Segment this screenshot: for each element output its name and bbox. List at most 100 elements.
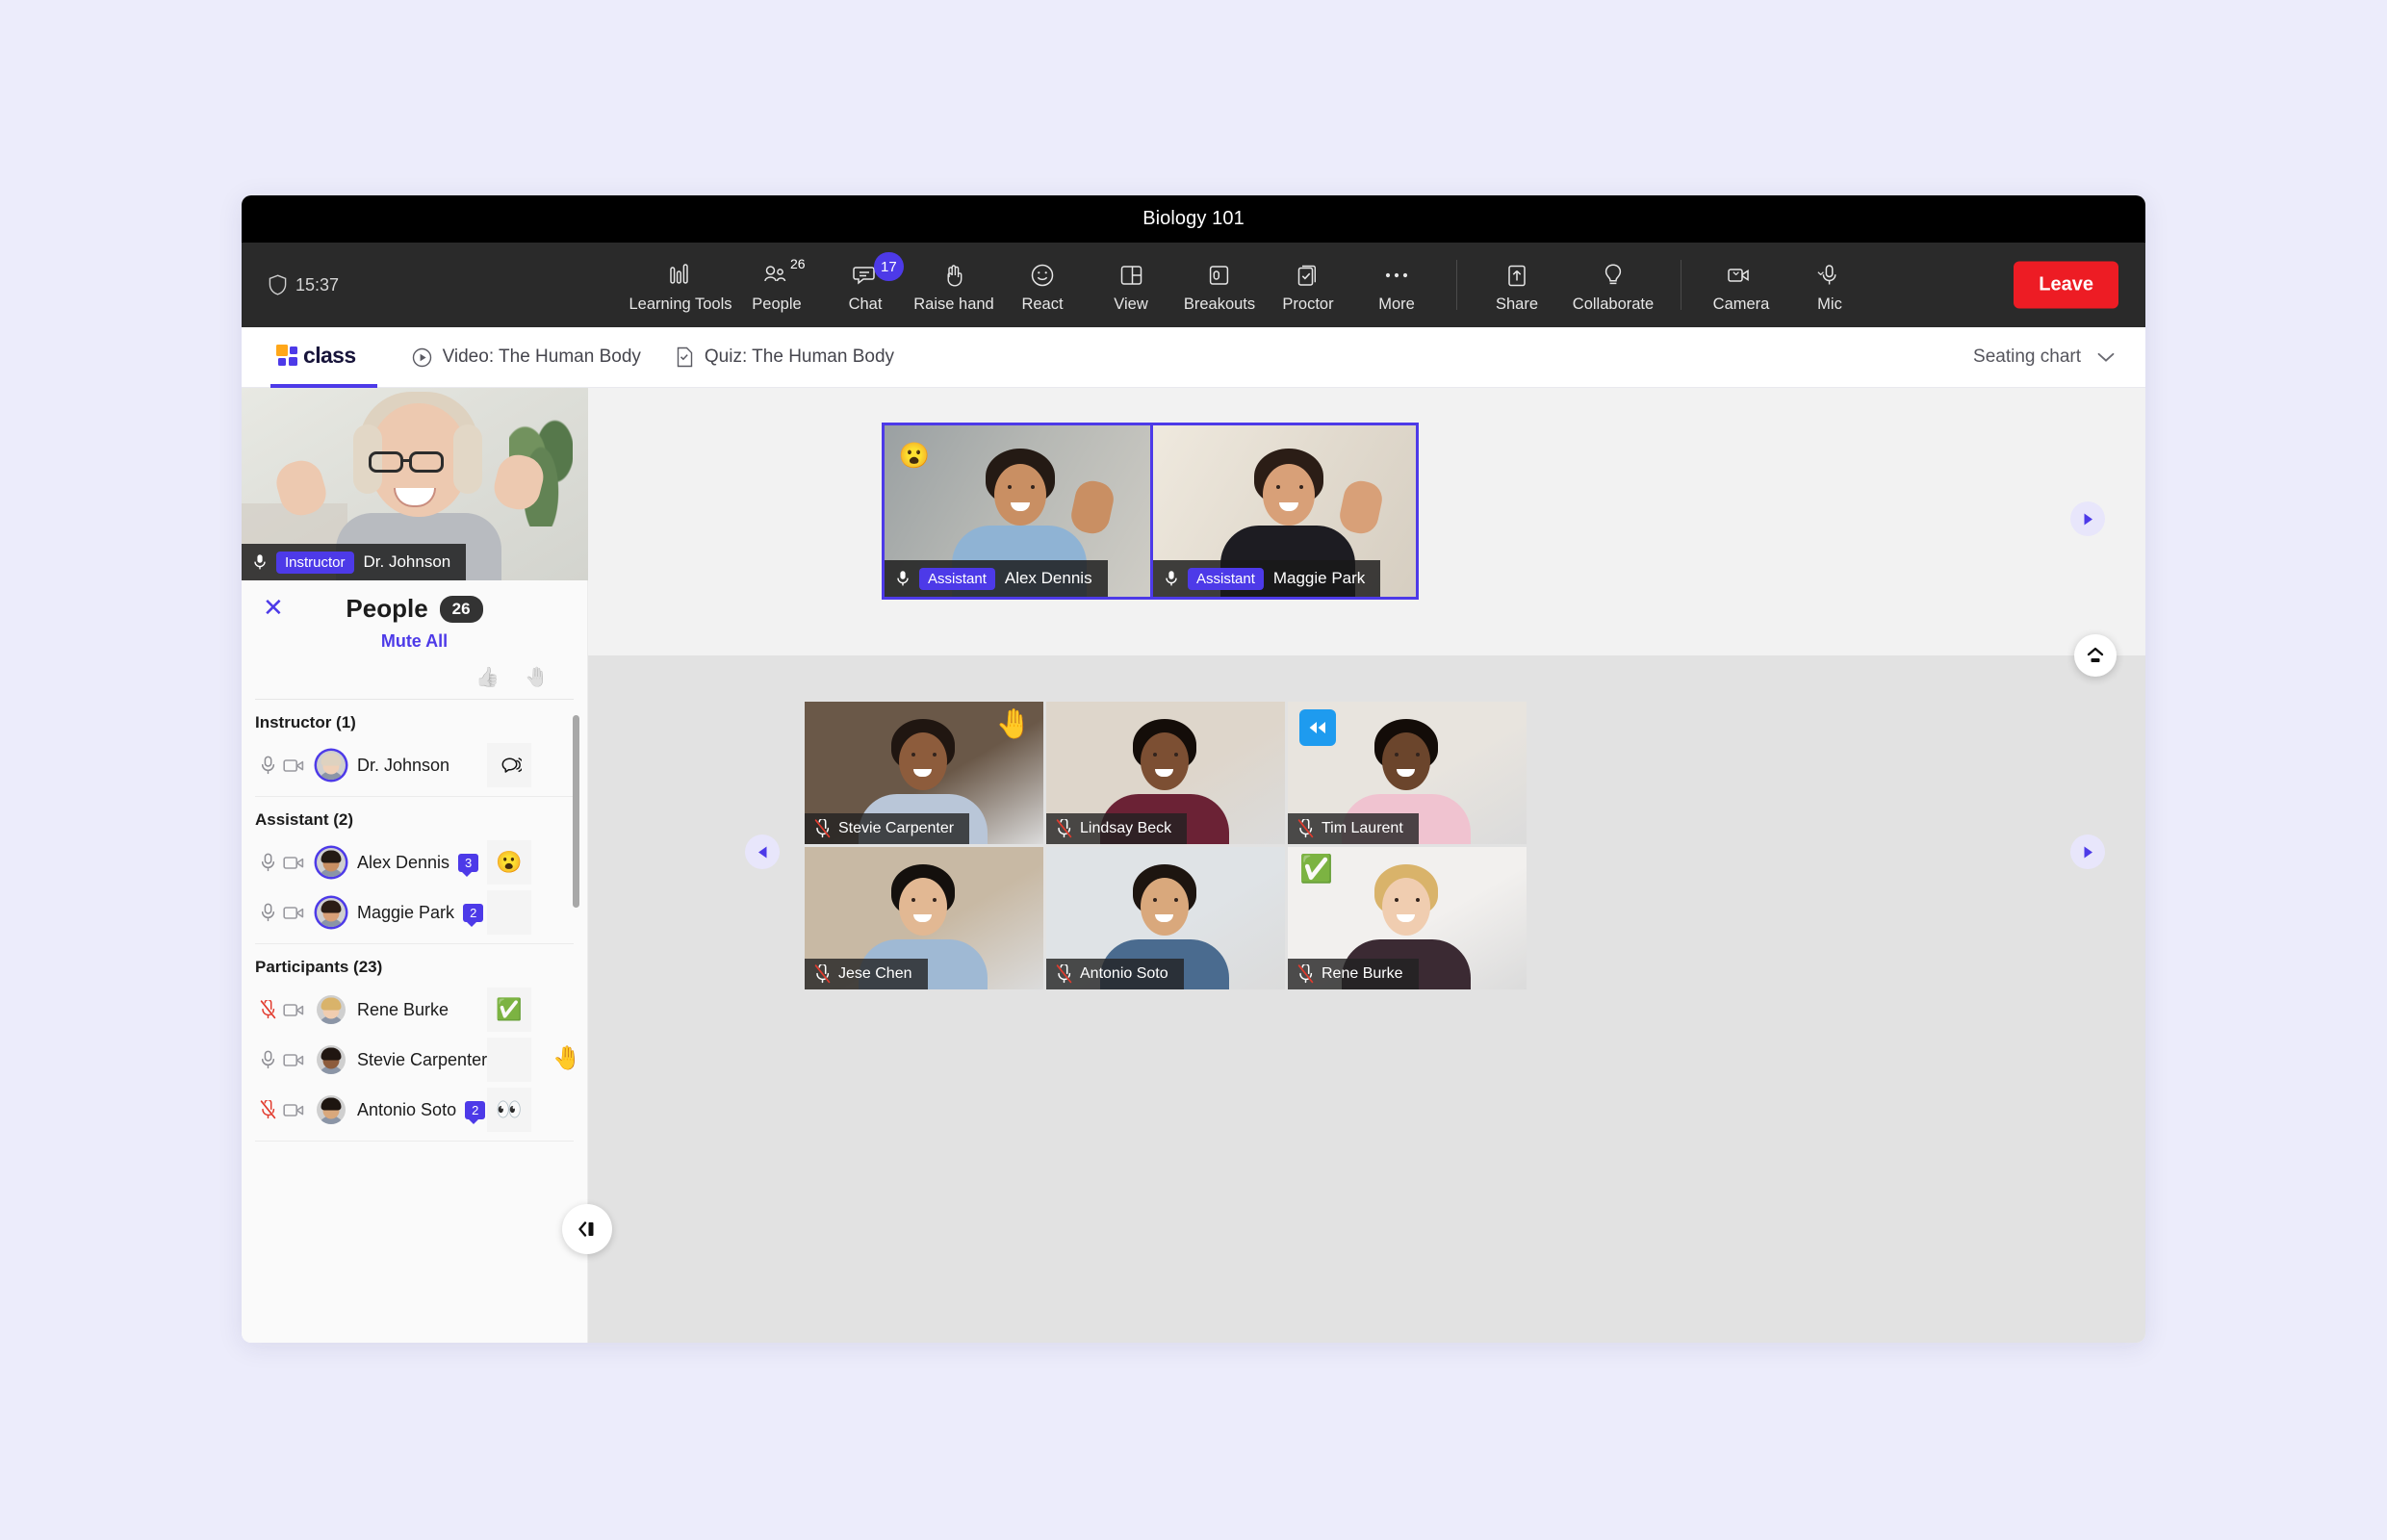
leave-button[interactable]: Leave bbox=[2014, 261, 2118, 309]
camera-on-icon bbox=[283, 1103, 304, 1116]
chevron-down-icon[interactable]: ⌄ bbox=[1730, 262, 1742, 279]
raised-hand-icon[interactable]: 🤚 bbox=[525, 665, 549, 689]
participant-camera-toggle[interactable] bbox=[280, 1102, 311, 1118]
chat-message-badge[interactable]: 2 bbox=[465, 1100, 486, 1124]
toolbar-button-chat[interactable]: 17 Chat bbox=[821, 252, 910, 314]
participant-camera-toggle[interactable] bbox=[280, 905, 311, 921]
stage-next-button[interactable] bbox=[2070, 501, 2105, 536]
people-list-item[interactable]: Dr. Johnson bbox=[242, 740, 587, 790]
people-list-item[interactable]: Alex Dennis 3 😮 bbox=[242, 837, 587, 887]
participant-camera-toggle[interactable] bbox=[280, 757, 311, 774]
thumbs-up-icon[interactable]: 👍 bbox=[475, 665, 500, 689]
participant-mic-toggle[interactable] bbox=[255, 853, 280, 872]
participant-reaction[interactable]: 👀 bbox=[487, 1088, 531, 1132]
gallery-name-plate: Antonio Soto bbox=[1046, 959, 1184, 989]
people-group-heading: Instructor (1) bbox=[255, 713, 356, 732]
mic-off-icon bbox=[1056, 819, 1072, 838]
toolbar-button-breakouts[interactable]: Breakouts bbox=[1175, 256, 1264, 314]
toolbar-button-people[interactable]: 26 People bbox=[732, 256, 821, 314]
window-title-bar: Biology 101 bbox=[242, 195, 2145, 243]
chevron-down-icon[interactable]: ⌄ bbox=[1814, 262, 1827, 279]
toolbar-button-react[interactable]: React bbox=[998, 256, 1087, 314]
gallery-video-tile[interactable]: Lindsay Beck bbox=[1046, 702, 1285, 844]
toolbar-button-more[interactable]: More bbox=[1352, 256, 1441, 314]
featured-name-plate: Assistant Maggie Park bbox=[1153, 560, 1381, 597]
gallery-next-button[interactable] bbox=[2070, 834, 2105, 869]
participant-mic-toggle[interactable] bbox=[255, 756, 280, 775]
collapse-panel-icon bbox=[576, 1219, 599, 1239]
mic-off-icon bbox=[260, 1000, 275, 1019]
participant-mic-toggle[interactable] bbox=[255, 903, 280, 922]
raise-hand-icon bbox=[942, 260, 965, 291]
mute-all-button[interactable]: Mute All bbox=[242, 631, 587, 652]
toolbar-button-share[interactable]: Share bbox=[1473, 256, 1561, 314]
toolbar-button-camera[interactable]: ⌄ Camera bbox=[1697, 256, 1785, 314]
toolbar-button-mic[interactable]: ⌄ Mic bbox=[1785, 256, 1874, 314]
reaction-column-headers: 👍 🤚 bbox=[242, 652, 587, 699]
participant-name: Dr. Johnson bbox=[363, 552, 451, 571]
participant-reaction[interactable]: ✅ bbox=[487, 988, 531, 1032]
page-title: Biology 101 bbox=[1142, 208, 1245, 229]
raised-hand-indicator[interactable]: 🤚 bbox=[552, 1044, 581, 1072]
participant-camera-toggle[interactable] bbox=[280, 1052, 311, 1068]
brand-name: class bbox=[303, 342, 356, 368]
participant-mic-toggle[interactable] bbox=[255, 1000, 280, 1019]
participant-name: Rene Burke bbox=[357, 999, 449, 1019]
toolbar-label: Raise hand bbox=[913, 295, 994, 313]
chat-message-badge[interactable]: 3 bbox=[458, 853, 479, 877]
participant-camera-toggle[interactable] bbox=[280, 1002, 311, 1018]
people-list-item[interactable]: Stevie Carpenter 🤚 bbox=[242, 1035, 587, 1085]
seating-chart-dropdown[interactable]: Seating chart bbox=[1973, 346, 2115, 368]
camera-on-icon bbox=[283, 856, 304, 869]
toolbar-button-view[interactable]: View bbox=[1087, 256, 1175, 314]
people-list[interactable]: Instructor (1) Dr. Johnson Assistant (2)… bbox=[242, 700, 587, 1277]
gallery-name-plate: Jese Chen bbox=[805, 959, 928, 989]
gallery-video-tile[interactable]: Tim Laurent bbox=[1288, 702, 1527, 844]
close-icon[interactable]: ✕ bbox=[263, 595, 284, 620]
participant-reaction[interactable]: 😮 bbox=[487, 840, 531, 885]
speaking-indicator[interactable] bbox=[487, 743, 531, 787]
instructor-video-tile[interactable]: Instructor Dr. Johnson bbox=[242, 388, 588, 580]
featured-name-plate: Assistant Alex Dennis bbox=[885, 560, 1108, 597]
chevron-down-icon bbox=[2097, 352, 2115, 363]
tab-class-home[interactable]: class bbox=[270, 327, 377, 388]
participant-camera-toggle[interactable] bbox=[280, 855, 311, 871]
featured-video-tile[interactable]: Assistant Maggie Park bbox=[1150, 425, 1416, 597]
toolbar-button-raise-hand[interactable]: Raise hand bbox=[910, 256, 998, 314]
gallery-video-tile[interactable]: 🤚 Stevie Carpenter bbox=[805, 702, 1043, 844]
people-list-item[interactable]: Maggie Park 2 bbox=[242, 887, 587, 937]
tab-video-the-human-body[interactable]: Video: The Human Body bbox=[412, 346, 641, 368]
gallery-video-tile[interactable]: Antonio Soto bbox=[1046, 847, 1285, 989]
role-badge: Assistant bbox=[1188, 567, 1264, 590]
gallery-video-tile[interactable]: ✅ Rene Burke bbox=[1288, 847, 1527, 989]
toolbar-button-proctor[interactable]: Proctor bbox=[1264, 256, 1352, 314]
featured-video-tile[interactable]: 😮 Assistant Alex Dennis bbox=[885, 425, 1150, 597]
mic-on-icon bbox=[261, 1050, 274, 1069]
toolbar-divider-1 bbox=[1456, 260, 1457, 310]
toolbar-label: Chat bbox=[848, 295, 883, 313]
toolbar-label: Share bbox=[1495, 295, 1539, 313]
toolbar-button-collaborate[interactable]: Collaborate bbox=[1561, 256, 1665, 314]
view-layout-icon bbox=[1119, 260, 1143, 291]
tab-quiz-the-human-body[interactable]: Quiz: The Human Body bbox=[676, 346, 894, 368]
people-list-item[interactable]: Antonio Soto 2 👀 bbox=[242, 1085, 587, 1135]
participant-reaction-slot[interactable] bbox=[487, 890, 531, 935]
people-list-item[interactable]: Rene Burke ✅ bbox=[242, 985, 587, 1035]
gallery-video-tile[interactable]: Jese Chen bbox=[805, 847, 1043, 989]
participant-mic-toggle[interactable] bbox=[255, 1100, 280, 1119]
chat-message-badge[interactable]: 2 bbox=[463, 903, 484, 927]
participant-name: Rene Burke bbox=[1322, 965, 1403, 982]
participant-name: Tim Laurent bbox=[1322, 820, 1403, 836]
role-badge: Instructor bbox=[276, 551, 354, 574]
gallery-prev-button[interactable] bbox=[745, 834, 780, 869]
participant-reaction-slot[interactable] bbox=[487, 1038, 531, 1082]
participant-mic-toggle[interactable] bbox=[255, 1050, 280, 1069]
toolbar-label: React bbox=[1021, 295, 1064, 313]
toolbar-button-learning-tools[interactable]: Learning Tools bbox=[629, 256, 732, 314]
timer-value: 15:37 bbox=[295, 274, 340, 295]
collapse-panel-button[interactable] bbox=[562, 1204, 612, 1254]
people-list-scrollbar[interactable] bbox=[573, 715, 579, 908]
stage-expand-button[interactable] bbox=[2074, 634, 2117, 677]
expand-up-icon bbox=[2084, 646, 2107, 665]
avatar bbox=[317, 1045, 346, 1074]
